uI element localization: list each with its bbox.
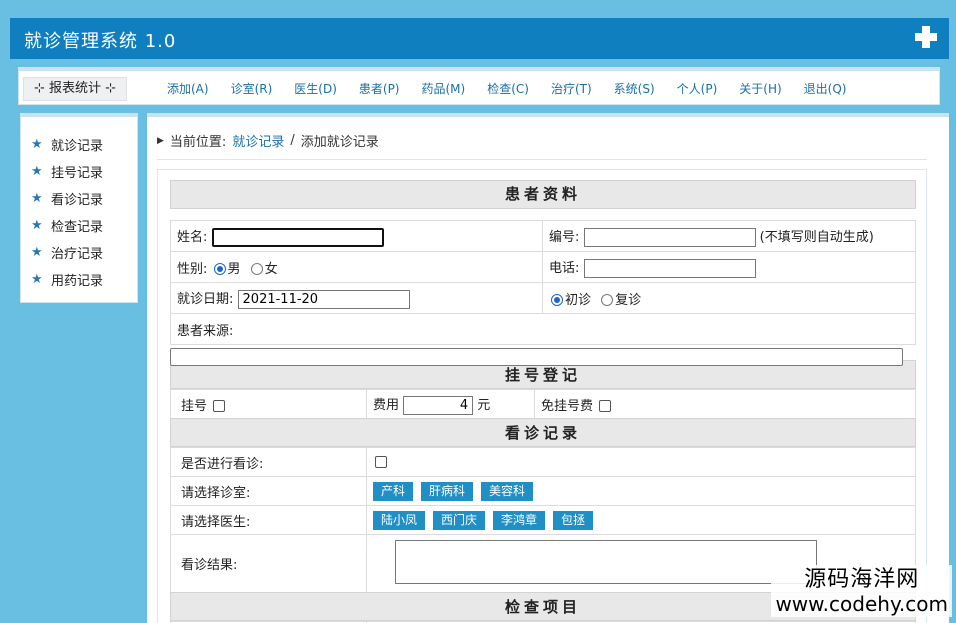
breadcrumb-link[interactable]: 就诊记录 [232, 131, 284, 150]
doctor-chip-4[interactable]: 包拯 [553, 510, 594, 530]
sidebar-item-label: 检查记录 [51, 220, 104, 235]
menu-exit[interactable]: 退出(Q) [804, 80, 847, 97]
star-icon: ★ [31, 245, 43, 260]
fee-label: 费用 [373, 397, 400, 413]
first-visit-radio[interactable] [551, 294, 563, 306]
sidebar-item-medication-records[interactable]: ★ 用药记录 [21, 266, 137, 293]
menu-items: 添加(A) 诊室(R) 医生(D) 患者(P) 药品(M) 检查(C) 治疗(T… [167, 71, 868, 105]
app-title: 就诊管理系统 1.0 [24, 31, 177, 52]
watermark: 源码海洋网 www.codehy.com [771, 565, 952, 617]
sidebar-item-label: 挂号记录 [51, 166, 104, 181]
room-chip-cosmetic[interactable]: 美容科 [481, 481, 534, 501]
patient-section-title: 患者资料 [170, 180, 916, 209]
room-chip-obstetrics[interactable]: 产科 [373, 481, 414, 501]
menu-add[interactable]: 添加(A) [167, 80, 209, 97]
plus-icon[interactable] [915, 26, 937, 48]
breadcrumb-current: 添加就诊记录 [300, 135, 379, 150]
triangle-right-icon: ▶ [157, 135, 164, 146]
menu-personal[interactable]: 个人(P) [677, 80, 718, 97]
id-input[interactable] [583, 227, 756, 247]
visit-form: 患者资料 姓名: 编号: (不填写则自动生成) 性别: 男 女 电话: 就诊日期… [157, 169, 927, 623]
source-input[interactable] [170, 348, 903, 366]
waive-fee-checkbox[interactable] [599, 400, 612, 412]
name-input[interactable] [211, 227, 384, 247]
breadcrumb-divider [157, 159, 927, 160]
id-hint: (不填写则自动生成) [759, 229, 874, 245]
star-icon: ★ [31, 218, 43, 233]
report-stats-button[interactable]: ⊹ 报表统计 ⊹ [23, 77, 127, 101]
room-chip-hepatology[interactable]: 肝病科 [421, 481, 474, 501]
menu-treatment[interactable]: 治疗(T) [551, 80, 592, 97]
sidebar-item-consult-records[interactable]: ★ 看诊记录 [21, 185, 137, 212]
star-icon: ★ [31, 137, 43, 152]
waive-fee-label: 免挂号费 [541, 398, 594, 414]
menu-about[interactable]: 关于(H) [739, 80, 781, 97]
app-header: 就诊管理系统 1.0 [10, 18, 949, 59]
breadcrumb-separator: / [290, 133, 295, 148]
consult-section-title: 看诊记录 [170, 418, 916, 447]
register-checkbox[interactable] [213, 400, 226, 412]
result-label: 看诊结果: [181, 558, 238, 573]
fee-unit: 元 [477, 397, 491, 413]
sidebar-item-registration-records[interactable]: ★ 挂号记录 [21, 158, 137, 185]
sidebar-item-label: 看诊记录 [51, 193, 104, 208]
sidebar-item-label: 用药记录 [51, 274, 104, 289]
breadcrumb-prefix: 当前位置: [169, 135, 227, 150]
id-label: 编号: [549, 229, 580, 245]
sidebar-item-exam-records[interactable]: ★ 检查记录 [21, 212, 137, 239]
menu-system[interactable]: 系统(S) [614, 80, 655, 97]
date-input[interactable] [237, 289, 410, 309]
register-label: 挂号 [181, 398, 208, 414]
revisit-radio[interactable] [601, 294, 614, 306]
result-textarea[interactable] [395, 539, 817, 584]
gender-female-radio[interactable] [250, 263, 263, 275]
gender-label: 性别: [177, 261, 208, 277]
sidebar-item-visit-records[interactable]: ★ 就诊记录 [21, 131, 137, 158]
menu-rooms[interactable]: 诊室(R) [231, 80, 273, 97]
registration-table: 挂号 费用 元 免挂号费 [170, 389, 916, 419]
gender-female-label: 女 [264, 261, 278, 277]
star-icon: ★ [31, 164, 43, 179]
doctor-label: 请选择医生: [181, 514, 251, 530]
doctor-chip-2[interactable]: 西门庆 [433, 510, 486, 530]
star-icon: ★ [31, 272, 43, 287]
watermark-en: www.codehy.com [775, 592, 948, 616]
sidebar: ★ 就诊记录 ★ 挂号记录 ★ 看诊记录 ★ 检查记录 ★ 治疗记录 ★ 用药记… [20, 113, 138, 303]
doctor-chip-1[interactable]: 陆小凤 [373, 510, 426, 530]
star-icon: ★ [31, 191, 43, 206]
menu-patients[interactable]: 患者(P) [359, 80, 400, 97]
first-visit-label: 初诊 [565, 292, 592, 308]
name-label: 姓名: [177, 229, 208, 245]
phone-label: 电话: [549, 260, 580, 276]
sidebar-item-label: 治疗记录 [51, 247, 104, 262]
do-consult-label: 是否进行看诊: [181, 456, 264, 472]
sidebar-item-label: 就诊记录 [51, 139, 104, 154]
date-label: 就诊日期: [177, 291, 234, 307]
gender-male-radio[interactable] [213, 263, 226, 275]
patient-table: 姓名: 编号: (不填写则自动生成) 性别: 男 女 电话: 就诊日期: 202… [170, 220, 916, 345]
do-consult-checkbox[interactable] [375, 456, 387, 468]
watermark-cn: 源码海洋网 [804, 567, 920, 592]
doctor-chip-3[interactable]: 李鸿章 [493, 510, 546, 530]
menu-medicine[interactable]: 药品(M) [422, 80, 466, 97]
menu-check[interactable]: 检查(C) [487, 80, 529, 97]
menu-doctors[interactable]: 医生(D) [294, 80, 337, 97]
revisit-label: 复诊 [615, 292, 642, 308]
sidebar-item-treatment-records[interactable]: ★ 治疗记录 [21, 239, 137, 266]
breadcrumb: ▶ 当前位置: 就诊记录 / 添加就诊记录 [157, 131, 379, 150]
top-menubar: ⊹ 报表统计 ⊹ 添加(A) 诊室(R) 医生(D) 患者(P) 药品(M) 检… [18, 67, 940, 105]
gender-male-label: 男 [227, 261, 241, 277]
phone-input[interactable] [583, 258, 756, 278]
room-label: 请选择诊室: [181, 485, 251, 501]
fee-input[interactable] [403, 395, 474, 415]
source-label: 患者来源: [177, 323, 234, 339]
main-content: ▶ 当前位置: 就诊记录 / 添加就诊记录 患者资料 姓名: 编号: (不填写则… [147, 113, 949, 623]
